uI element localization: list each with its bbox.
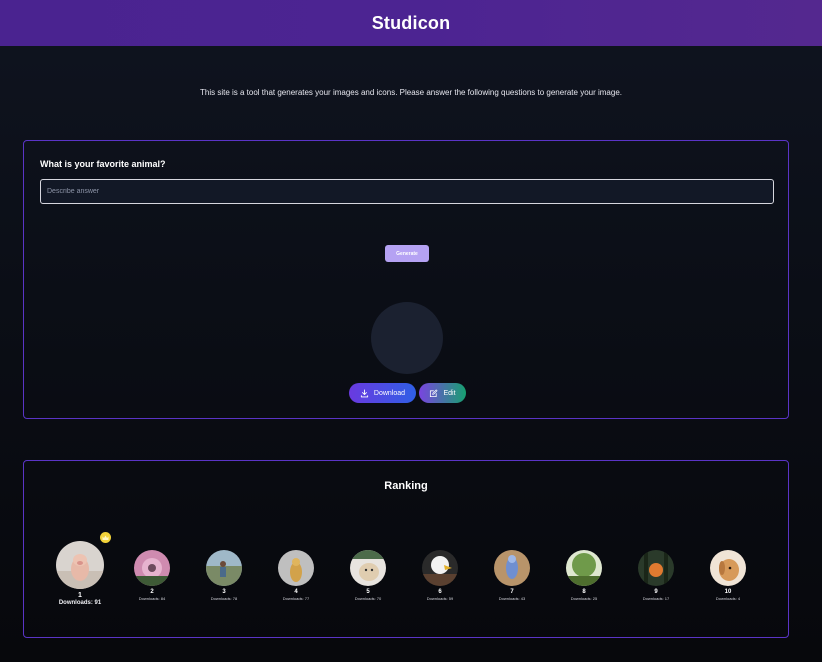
ranking-position: 6	[438, 589, 442, 595]
ranking-image-cat[interactable]	[350, 550, 386, 586]
crown-icon	[100, 532, 111, 543]
ranking-item[interactable]: 1 Downloads: 91	[55, 532, 111, 607]
ranking-item[interactable]: 8 Downloads: 25	[559, 550, 609, 602]
ranking-downloads: Downloads: 43	[498, 596, 526, 601]
ranking-downloads: Downloads: 77	[282, 596, 310, 601]
download-label: Download	[373, 389, 406, 397]
generated-image-preview	[371, 302, 443, 374]
edit-icon	[429, 389, 438, 398]
ranking-image-tree[interactable]	[566, 550, 602, 586]
ranking-item[interactable]: 10 Downloads: 4	[703, 550, 753, 602]
intro-text: This site is a tool that generates your …	[199, 88, 622, 97]
app-title: Studicon	[371, 12, 451, 33]
ranking-position: 8	[582, 589, 586, 595]
generator-panel: What is your favorite animal? Generate D…	[23, 140, 789, 419]
ranking-downloads: Downloads: 84	[138, 596, 166, 601]
edit-button[interactable]: Edit	[419, 383, 466, 403]
ranking-item[interactable]: 5 Downloads: 70	[343, 550, 393, 602]
download-icon	[360, 388, 369, 398]
ranking-position: 1	[78, 592, 82, 599]
ranking-position: 3	[222, 589, 226, 595]
ranking-position: 4	[294, 589, 298, 595]
ranking-position: 5	[366, 589, 370, 595]
ranking-image-person[interactable]	[206, 550, 242, 586]
ranking-downloads: Downloads: 25	[570, 596, 598, 601]
ranking-downloads: Downloads: 4	[715, 596, 741, 601]
ranking-panel: Ranking 1 Downloads: 91 2 Downloads: 84 …	[23, 460, 789, 638]
ranking-item[interactable]: 4 Downloads: 77	[271, 550, 321, 602]
ranking-image-flower[interactable]	[134, 550, 170, 586]
question-label: What is your favorite animal?	[40, 159, 166, 169]
ranking-image-eagle[interactable]	[422, 550, 458, 586]
ranking-image-dog[interactable]	[710, 550, 746, 586]
ranking-image-forest[interactable]	[638, 550, 674, 586]
ranking-downloads: Downloads: 78	[210, 596, 238, 601]
ranking-item[interactable]: 2 Downloads: 84	[127, 550, 177, 602]
app-header: Studicon	[0, 0, 822, 46]
ranking-position: 7	[510, 589, 514, 595]
ranking-downloads: Downloads: 91	[58, 600, 102, 606]
ranking-image-dog-toy[interactable]	[278, 550, 314, 586]
ranking-item[interactable]: 9 Downloads: 17	[631, 550, 681, 602]
download-button[interactable]: Download	[349, 383, 416, 403]
ranking-item[interactable]: 3 Downloads: 78	[199, 550, 249, 602]
ranking-position: 10	[724, 589, 732, 595]
ranking-position: 9	[654, 589, 658, 595]
edit-label: Edit	[443, 389, 456, 397]
ranking-item[interactable]: 6 Downloads: 59	[415, 550, 465, 602]
ranking-image-bird[interactable]	[494, 550, 530, 586]
ranking-position: 2	[150, 589, 154, 595]
ranking-title: Ranking	[384, 480, 428, 492]
ranking-image-pig[interactable]	[56, 541, 104, 589]
ranking-downloads: Downloads: 70	[354, 596, 382, 601]
ranking-downloads: Downloads: 59	[426, 596, 454, 601]
ranking-item[interactable]: 7 Downloads: 43	[487, 550, 537, 602]
generate-button[interactable]: Generate	[385, 245, 429, 262]
answer-input[interactable]	[40, 179, 774, 204]
ranking-downloads: Downloads: 17	[642, 596, 670, 601]
